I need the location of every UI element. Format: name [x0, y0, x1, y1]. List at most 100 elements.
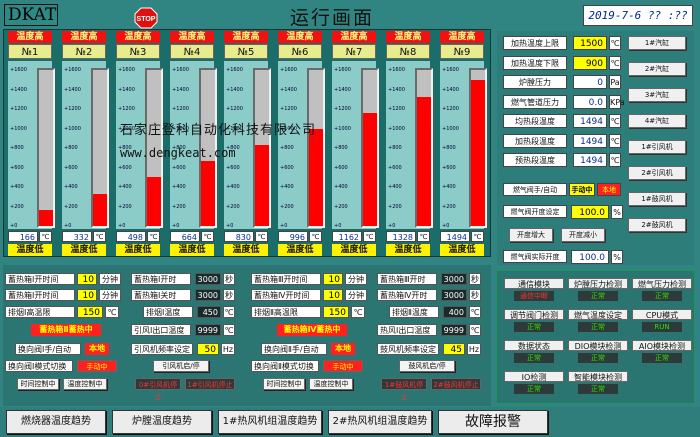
param-label: 燃气管道压力: [503, 94, 567, 109]
gauge-5: 温度高 №5 +1600 +1400 +1200 +1000 +800 +600 +400 +20…: [222, 30, 271, 258]
gauge-high-label: 温度高: [386, 31, 430, 43]
gauge-tick-label: +800: [64, 145, 78, 151]
gauge-tick-label: +0: [388, 223, 396, 229]
fan-freq-input[interactable]: 50: [197, 343, 219, 355]
gauge-unit: ℃: [39, 231, 52, 242]
gauge-tick-label: +0: [226, 223, 234, 229]
equipment-button[interactable]: 1#引风机: [628, 140, 686, 154]
smoke-limit-input[interactable]: 150: [323, 306, 349, 318]
gauge-tick-label: +0: [118, 223, 126, 229]
fan-group1-trend-button[interactable]: 1#热风机组温度趋势: [218, 410, 322, 434]
equipment-button[interactable]: 4#汽缸: [628, 114, 686, 128]
off-time-input[interactable]: 10: [77, 289, 97, 301]
off-seconds-value[interactable]: 3000: [441, 289, 467, 301]
valve-decrease-button[interactable]: 开度减小: [561, 228, 605, 242]
off-seconds-unit: 秒: [469, 289, 481, 301]
gauge-unit: ℃: [471, 231, 484, 242]
gauge-value: 498: [116, 231, 146, 242]
fan-start-stop-button[interactable]: 引风机启/停: [153, 360, 209, 372]
gauge-fill-bar: [93, 193, 107, 226]
gauge-tick-label: +1200: [226, 106, 243, 112]
gauge-unit: ℃: [201, 231, 214, 242]
gauge-value: 664: [170, 231, 200, 242]
gauge-tick-label: +200: [10, 203, 24, 210]
footer-bar: 燃烧器温度趋势 炉膛温度趋势 1#热风机组温度趋势 2#热风机组温度趋势 故障报…: [0, 407, 700, 437]
smoke-temp-unit: ℃: [469, 306, 481, 318]
gauge-tick-label: +1600: [10, 67, 27, 73]
temp-control-button[interactable]: 温度控制中: [63, 378, 107, 390]
gauge-tick-label: +1000: [64, 125, 81, 132]
gauge-tick-label: +400: [172, 184, 186, 190]
param-value: 1494: [573, 114, 607, 128]
gauge-tick-label: +0: [10, 223, 18, 229]
fan-start-stop-button[interactable]: 鼓风机启/停: [399, 360, 455, 372]
stop-icon[interactable]: STOP: [134, 7, 158, 29]
page-title: 运行画面: [290, 7, 375, 29]
burner-trend-button[interactable]: 燃烧器温度趋势: [6, 410, 106, 434]
equipment-button[interactable]: 2#汽缸: [628, 62, 686, 76]
param-value: 1494: [573, 133, 607, 148]
equipment-button[interactable]: 2#鼓风机: [628, 218, 686, 232]
valve-mode-state[interactable]: 手动中: [323, 360, 363, 372]
valve-mode-state[interactable]: 手动中: [77, 360, 117, 372]
brand-logo: DKAT: [4, 4, 58, 26]
equipment-button[interactable]: 1#鼓风机: [628, 192, 686, 206]
off-time-unit: 分钟: [345, 289, 367, 301]
gauge-tube: [253, 68, 271, 228]
param-unit: Pa: [609, 75, 621, 89]
smoke-limit-label: 排烟Ⅰ高温限: [5, 306, 75, 318]
on-time-input[interactable]: 10: [323, 273, 343, 285]
gauge-value: 1162: [332, 231, 362, 242]
gauge-tick-label: +0: [442, 223, 450, 229]
gauge-number: №9: [440, 44, 484, 59]
gauge-tick-label: +1400: [10, 86, 27, 93]
off-seconds-value[interactable]: 3000: [195, 289, 221, 301]
gauge-tick-label: +200: [118, 203, 132, 210]
gauge-tick-label: +400: [226, 184, 240, 190]
module-status: 正常: [578, 322, 618, 332]
gauge-low-label: 温度低: [332, 244, 376, 256]
gauge-value: 996: [278, 231, 308, 242]
time-control-button[interactable]: 时间控制中: [17, 378, 59, 390]
gauge-tick-label: +600: [10, 164, 24, 171]
on-seconds-value[interactable]: 3000: [195, 273, 221, 285]
valve-manual-state[interactable]: 手动中: [569, 183, 595, 196]
gauge-tick-label: +800: [388, 145, 402, 151]
on-seconds-value[interactable]: 3000: [441, 273, 467, 285]
gauge-tick-label: +1600: [118, 67, 135, 73]
outlet-temp-label: 热风Ⅰ出口温度: [377, 324, 437, 336]
off-time-input[interactable]: 10: [323, 289, 343, 301]
equipment-button[interactable]: 1#汽缸: [628, 36, 686, 50]
equipment-button[interactable]: 2#引风机: [628, 166, 686, 180]
regenerator-status: 蓄热箱Ⅱ蓄热中: [31, 324, 101, 336]
module-name: AIO模块检测: [632, 340, 692, 351]
temp-control-button[interactable]: 温度控制中: [309, 378, 353, 390]
smoke-limit-input[interactable]: 150: [77, 306, 103, 318]
fan-freq-label: 鼓风机频率设定: [377, 343, 439, 355]
gauge-2: 温度高 №2 +1600 +1400 +1200 +1000 +800 +600 +400 +20…: [60, 30, 109, 258]
fan-group2-trend-button[interactable]: 2#热风机组温度趋势: [328, 410, 432, 434]
equipment-button[interactable]: 3#汽缸: [628, 88, 686, 102]
param-value[interactable]: 900: [573, 55, 607, 70]
furnace-trend-button[interactable]: 炉膛温度趋势: [112, 410, 212, 434]
gauge-8: 温度高 №8 +1600 +1400 +1200 +1000 +800 +600 +400 +20…: [384, 30, 433, 258]
on-time-input[interactable]: 10: [77, 273, 97, 285]
fault-alarm-button[interactable]: 故障报警: [438, 410, 548, 434]
gauge-tick-label: +0: [64, 223, 72, 229]
param-value[interactable]: 1500: [573, 36, 607, 50]
module-name: 炉膛压力检测: [568, 278, 628, 289]
gauge-unit: ℃: [255, 231, 268, 242]
gauge-number: №1: [8, 44, 52, 59]
gauge-tick-label: +400: [442, 184, 456, 190]
fan-state-a: 1#鼓风机停止: [381, 378, 427, 401]
fan-freq-input[interactable]: 45: [443, 343, 465, 355]
module-status: 通信中断: [514, 291, 554, 301]
module-status: 正常: [578, 353, 618, 363]
valve-increase-button[interactable]: 开度增大: [509, 228, 553, 242]
valve-open-input[interactable]: 100.0: [571, 205, 609, 219]
param-label: 加热温度上限: [503, 36, 567, 50]
module-status: 正常: [514, 353, 554, 363]
smoke-temp-unit: ℃: [223, 306, 235, 318]
gauge-number: №3: [116, 44, 160, 59]
time-control-button[interactable]: 时间控制中: [263, 378, 305, 390]
